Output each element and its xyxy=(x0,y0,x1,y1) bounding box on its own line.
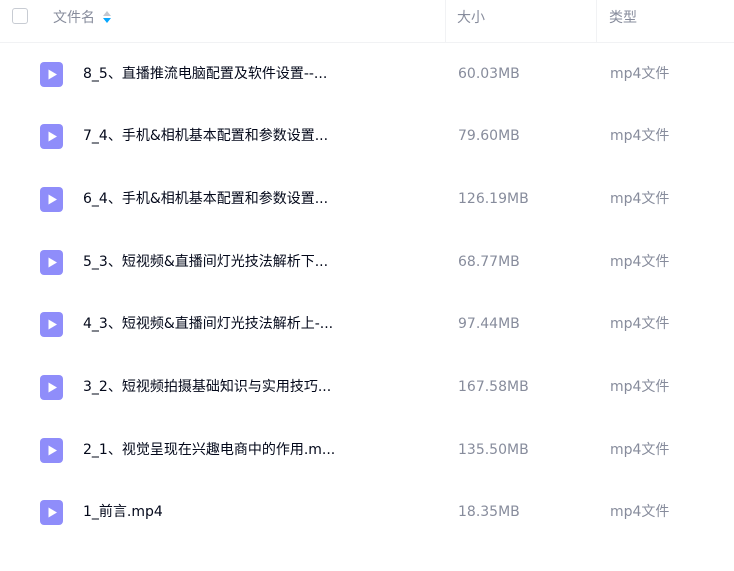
video-file-icon xyxy=(40,250,63,275)
column-header-size[interactable]: 大小 xyxy=(457,0,485,42)
table-row[interactable]: 4_3、短视频&直播间灯光技法解析上-... 97.44MB mp4文件 xyxy=(0,293,734,355)
file-name[interactable]: 4_3、短视频&直播间灯光技法解析上-... xyxy=(83,293,333,355)
video-file-icon xyxy=(40,438,63,463)
table-row[interactable]: 6_4、手机&相机基本配置和参数设置... 126.19MB mp4文件 xyxy=(0,168,734,230)
video-file-icon xyxy=(40,500,63,525)
table-row[interactable]: 8_5、直播推流电脑配置及软件设置--... 60.03MB mp4文件 xyxy=(0,43,734,105)
file-size: 97.44MB xyxy=(458,316,520,332)
file-size: 68.77MB xyxy=(458,254,520,270)
file-type: mp4文件 xyxy=(610,379,670,395)
file-type: mp4文件 xyxy=(610,191,670,207)
column-header-type[interactable]: 类型 xyxy=(609,0,637,42)
table-row[interactable]: 3_2、短视频拍摄基础知识与实用技巧... 167.58MB mp4文件 xyxy=(0,356,734,418)
file-size: 167.58MB xyxy=(458,379,529,395)
table-row[interactable]: 7_4、手机&相机基本配置和参数设置... 79.60MB mp4文件 xyxy=(0,105,734,167)
file-size: 60.03MB xyxy=(458,66,520,82)
file-type: mp4文件 xyxy=(610,316,670,332)
file-type: mp4文件 xyxy=(610,254,670,270)
table-row[interactable]: 2_1、视觉呈现在兴趣电商中的作用.m... 135.50MB mp4文件 xyxy=(0,419,734,481)
file-type: mp4文件 xyxy=(610,442,670,458)
column-divider[interactable] xyxy=(445,0,446,42)
file-type: mp4文件 xyxy=(610,504,670,520)
video-file-icon xyxy=(40,375,63,400)
file-size: 79.60MB xyxy=(458,128,520,144)
file-name[interactable]: 3_2、短视频拍摄基础知识与实用技巧... xyxy=(83,356,331,418)
file-type: mp4文件 xyxy=(610,128,670,144)
file-name[interactable]: 2_1、视觉呈现在兴趣电商中的作用.m... xyxy=(83,419,335,481)
table-row[interactable]: 1_前言.mp4 18.35MB mp4文件 xyxy=(0,481,734,543)
table-header: 文件名 大小 类型 xyxy=(0,0,734,43)
file-name[interactable]: 7_4、手机&相机基本配置和参数设置... xyxy=(83,105,328,167)
sort-arrows-icon[interactable] xyxy=(103,11,111,23)
column-divider[interactable] xyxy=(596,0,597,42)
video-file-icon xyxy=(40,187,63,212)
file-name[interactable]: 5_3、短视频&直播间灯光技法解析下... xyxy=(83,231,328,293)
file-size: 135.50MB xyxy=(458,442,529,458)
video-file-icon xyxy=(40,124,63,149)
column-header-name[interactable]: 文件名 xyxy=(53,0,111,42)
file-size: 18.35MB xyxy=(458,504,520,520)
video-file-icon xyxy=(40,62,63,87)
file-size: 126.19MB xyxy=(458,191,529,207)
select-all-checkbox[interactable] xyxy=(12,8,28,24)
file-type: mp4文件 xyxy=(610,66,670,82)
file-list-table: 文件名 大小 类型 8_5、直播推流电脑配置及软件设置--... 60.03MB… xyxy=(0,0,734,571)
column-header-name-label: 文件名 xyxy=(53,10,95,26)
file-name[interactable]: 1_前言.mp4 xyxy=(83,481,163,543)
video-file-icon xyxy=(40,312,63,337)
file-name[interactable]: 6_4、手机&相机基本配置和参数设置... xyxy=(83,168,328,230)
table-row[interactable]: 5_3、短视频&直播间灯光技法解析下... 68.77MB mp4文件 xyxy=(0,231,734,293)
file-name[interactable]: 8_5、直播推流电脑配置及软件设置--... xyxy=(83,43,327,105)
